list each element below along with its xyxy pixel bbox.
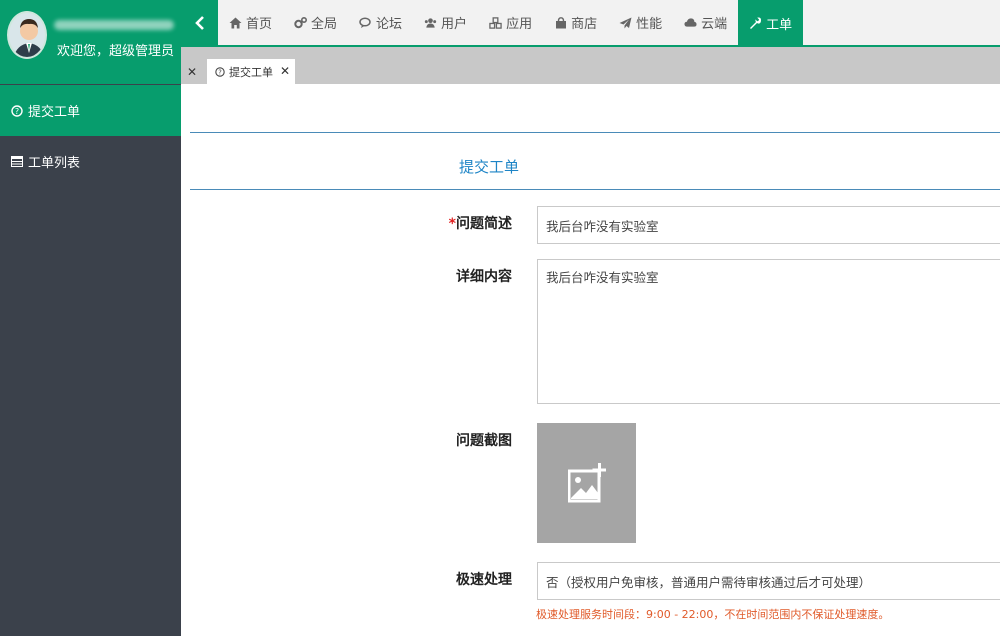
user-panel: 欢迎您，超级管理员 <box>0 0 181 84</box>
topnav-item-forum[interactable]: 论坛 <box>348 0 413 45</box>
topnav-label: 全局 <box>311 17 338 32</box>
cogs-icon <box>294 16 308 29</box>
home-icon <box>229 16 242 29</box>
topnav-item-users[interactable]: 用户 <box>413 0 478 45</box>
welcome-text: 欢迎您，超级管理员 <box>57 44 175 59</box>
speed-hint: 极速处理服务时间段：9:00 - 22:00，不在时间范围内不保证处理速度。 <box>536 608 890 621</box>
svg-text:?: ? <box>15 107 19 116</box>
svg-text:?: ? <box>218 68 222 76</box>
top-menu: 首页 全局 论坛 用户 应用 商店 性能 云端 工单 <box>218 0 804 47</box>
sidebar-item-label: 工单列表 <box>28 156 81 171</box>
top-nav: 首页 全局 论坛 用户 应用 商店 性能 云端 工单 <box>181 0 1000 47</box>
screenshot-label: 问题截图 <box>456 433 512 449</box>
comments-icon <box>359 16 372 29</box>
form-title: 提交工单 <box>459 158 520 176</box>
list-icon <box>11 156 23 168</box>
users-icon <box>424 16 437 29</box>
topnav-label: 论坛 <box>376 17 403 32</box>
username-blurred <box>54 20 174 30</box>
avatar[interactable] <box>7 11 47 59</box>
add-image-icon <box>567 463 606 503</box>
chevron-left-icon <box>194 15 204 30</box>
topnav-item-store[interactable]: 商店 <box>543 0 608 45</box>
sidebar-item-ticket-list[interactable]: 工单列表 <box>0 136 181 187</box>
topnav-label: 用户 <box>441 17 468 32</box>
topnav-label: 工单 <box>766 18 793 33</box>
summary-label: *问题简述 <box>381 213 512 233</box>
sidebar-item-label: 提交工单 <box>28 105 81 120</box>
topnav-label: 应用 <box>506 17 533 32</box>
divider <box>190 189 1000 190</box>
speed-label: 极速处理 <box>456 572 512 588</box>
topnav-label: 商店 <box>571 17 598 32</box>
question-circle-icon: ? <box>11 104 23 117</box>
topnav-item-performance[interactable]: 性能 <box>608 0 673 45</box>
paper-plane-icon <box>619 16 632 29</box>
speed-select[interactable]: 否（授权用户免审核，普通用户需待审核通过后才可处理） <box>537 562 1000 600</box>
wrench-icon <box>749 17 762 30</box>
topnav-item-cloud[interactable]: 云端 <box>673 0 738 45</box>
topnav-item-apps[interactable]: 应用 <box>478 0 543 45</box>
topnav-item-global[interactable]: 全局 <box>283 0 348 45</box>
collapse-sidebar-button[interactable] <box>181 0 218 45</box>
cloud-icon <box>684 16 697 29</box>
tab-label: 提交工单 <box>229 65 273 79</box>
topnav-item-home[interactable]: 首页 <box>218 0 283 45</box>
image-upload-button[interactable] <box>537 423 636 543</box>
cubes-icon <box>489 16 502 29</box>
close-tab-icon[interactable]: ✕ <box>280 64 290 78</box>
required-mark: * <box>448 216 456 232</box>
question-circle-icon: ? <box>215 66 225 77</box>
divider <box>190 132 1000 133</box>
shopping-bag-icon <box>554 16 567 29</box>
topnav-item-tickets[interactable]: 工单 <box>738 0 804 47</box>
sidebar-item-submit-ticket[interactable]: ? 提交工单 <box>0 85 181 136</box>
tab-bar: ✕ ? 提交工单 ✕ <box>181 47 1000 84</box>
summary-input[interactable]: 我后台咋没有实验室 <box>537 206 1000 244</box>
topnav-label: 性能 <box>636 17 663 32</box>
summary-label-text: 问题简述 <box>456 216 512 232</box>
topnav-label: 首页 <box>246 17 273 32</box>
sidebar: 欢迎您，超级管理员 ? 提交工单 工单列表 <box>0 0 181 636</box>
topnav-label: 云端 <box>701 17 728 32</box>
tab-submit-ticket[interactable]: ? 提交工单 ✕ <box>207 59 295 84</box>
detail-label: 详细内容 <box>456 269 512 285</box>
main-content: 提交工单 *问题简述 我后台咋没有实验室 详细内容 我后台咋没有实验室 问题截图… <box>181 84 1000 636</box>
detail-textarea[interactable]: 我后台咋没有实验室 <box>537 259 1000 404</box>
close-all-tabs-icon[interactable]: ✕ <box>187 65 197 79</box>
